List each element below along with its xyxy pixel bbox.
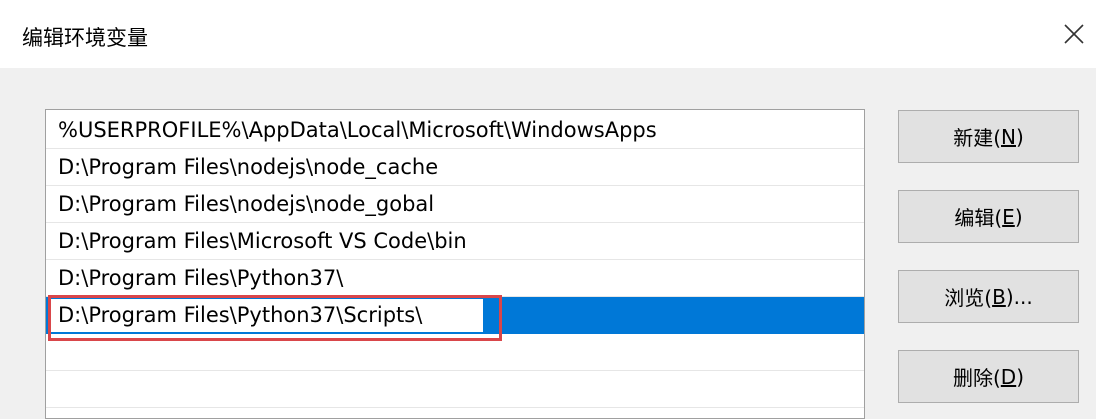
edit-button[interactable]: 编辑(E) xyxy=(898,190,1079,243)
list-item-text: D:\Program Files\Microsoft VS Code\bin xyxy=(58,229,467,253)
new-button-label: 新建( xyxy=(953,126,1002,150)
dialog-titlebar: 编辑环境变量 xyxy=(0,0,1096,68)
delete-button-accelerator: D xyxy=(1000,364,1017,389)
list-item-text: D:\Program Files\nodejs\node_cache xyxy=(58,155,439,179)
close-icon xyxy=(1064,24,1084,44)
path-list[interactable]: %USERPROFILE%\AppData\Local\Microsoft\Wi… xyxy=(45,109,865,419)
list-item[interactable]: D:\Program Files\Python37\ xyxy=(46,260,864,297)
delete-button[interactable]: 删除(D) xyxy=(898,350,1079,403)
dialog-title: 编辑环境变量 xyxy=(22,26,148,50)
new-button-suffix: ) xyxy=(1015,124,1024,149)
delete-button-label: 删除( xyxy=(952,366,1001,390)
browse-button[interactable]: 浏览(B)... xyxy=(898,270,1079,323)
new-button-accelerator: N xyxy=(1001,124,1016,149)
path-edit-input[interactable]: D:\Program Files\Python37\Scripts\ xyxy=(49,299,483,332)
browse-button-suffix: )... xyxy=(1005,284,1033,309)
browse-button-accelerator: B xyxy=(992,284,1006,309)
edit-button-accelerator: E xyxy=(1002,204,1015,229)
delete-button-suffix: ) xyxy=(1016,364,1025,389)
new-button[interactable]: 新建(N) xyxy=(898,110,1079,163)
list-item-text: D:\Program Files\Python37\ xyxy=(58,266,344,290)
edit-button-suffix: ) xyxy=(1014,204,1023,229)
list-item-text: %USERPROFILE%\AppData\Local\Microsoft\Wi… xyxy=(58,118,657,142)
edit-button-label: 编辑( xyxy=(954,206,1003,230)
list-item[interactable]: %USERPROFILE%\AppData\Local\Microsoft\Wi… xyxy=(46,112,864,149)
list-item[interactable]: D:\Program Files\nodejs\node_gobal xyxy=(46,186,864,223)
list-item-selected[interactable]: D:\Program Files\Python37\Scripts\ xyxy=(46,297,864,334)
list-item-empty[interactable] xyxy=(46,334,864,371)
list-item-text: D:\Program Files\nodejs\node_gobal xyxy=(58,192,435,216)
list-item[interactable]: D:\Program Files\Microsoft VS Code\bin xyxy=(46,223,864,260)
close-button[interactable] xyxy=(1052,12,1096,56)
browse-button-label: 浏览( xyxy=(944,286,993,310)
list-item[interactable]: D:\Program Files\nodejs\node_cache xyxy=(46,149,864,186)
list-item-empty[interactable] xyxy=(46,371,864,408)
